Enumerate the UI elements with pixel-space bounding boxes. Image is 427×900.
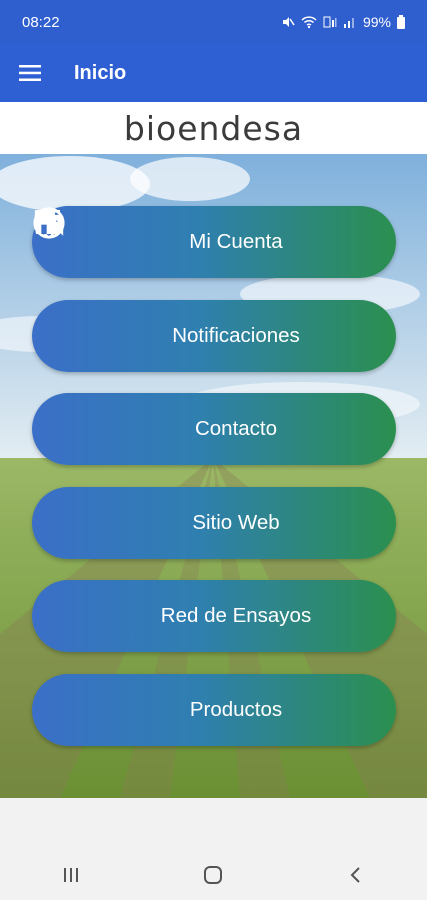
menu-item-red-de-ensayos[interactable]: Red de Ensayos	[32, 208, 396, 653]
menu-item-mi-cuenta[interactable]: Mi Cuenta	[32, 206, 396, 278]
menu-item-label: Notificaciones	[172, 323, 300, 347]
recent-apps-icon[interactable]	[41, 855, 101, 895]
status-icons: 99%	[281, 14, 405, 30]
status-time: 08:22	[22, 13, 60, 31]
menu-item-label: Productos	[189, 697, 283, 721]
globe-icon	[33, 207, 182, 540]
battery-icon	[397, 15, 405, 29]
chat-icon	[34, 210, 162, 353]
menu-item-notificaciones[interactable]: Notificaciones	[32, 210, 396, 372]
battery-percent: 99%	[362, 14, 391, 30]
menu-item-productos[interactable]: Productos	[32, 210, 396, 746]
menu-item-label: Mi Cuenta	[189, 230, 283, 253]
hero-background: Mi Cuenta Notificaciones Contacto Sitio …	[0, 154, 427, 798]
menu-item-label: Contacto	[194, 417, 278, 441]
menu-item-contacto[interactable]: Contacto	[32, 210, 396, 466]
flask-icon	[35, 208, 151, 633]
signal-icon	[343, 15, 357, 29]
volte-icon	[323, 15, 337, 29]
hamburger-menu-icon[interactable]	[18, 61, 42, 85]
back-icon[interactable]	[326, 855, 386, 895]
main-menu: Mi Cuenta Notificaciones Contacto Sitio …	[32, 206, 396, 768]
phone-icon	[36, 210, 185, 446]
system-nav-bar	[0, 850, 427, 900]
app-bar: Inicio	[0, 44, 427, 102]
brand-logo: bioendesa	[123, 108, 304, 148]
status-bar: 08:22 99%	[0, 0, 427, 44]
person-icon	[36, 210, 179, 259]
wifi-icon	[301, 15, 317, 29]
page-title: Inicio	[74, 61, 127, 84]
logo-strip: bioendesa	[0, 102, 427, 154]
store-icon	[34, 210, 180, 727]
menu-item-label: Red de Ensayos	[160, 604, 312, 628]
mute-icon	[281, 15, 295, 29]
menu-item-sitio-web[interactable]: Sitio Web	[32, 207, 396, 559]
menu-item-label: Sitio Web	[192, 510, 280, 534]
home-icon[interactable]	[183, 855, 243, 895]
bottom-spacer	[0, 798, 427, 850]
